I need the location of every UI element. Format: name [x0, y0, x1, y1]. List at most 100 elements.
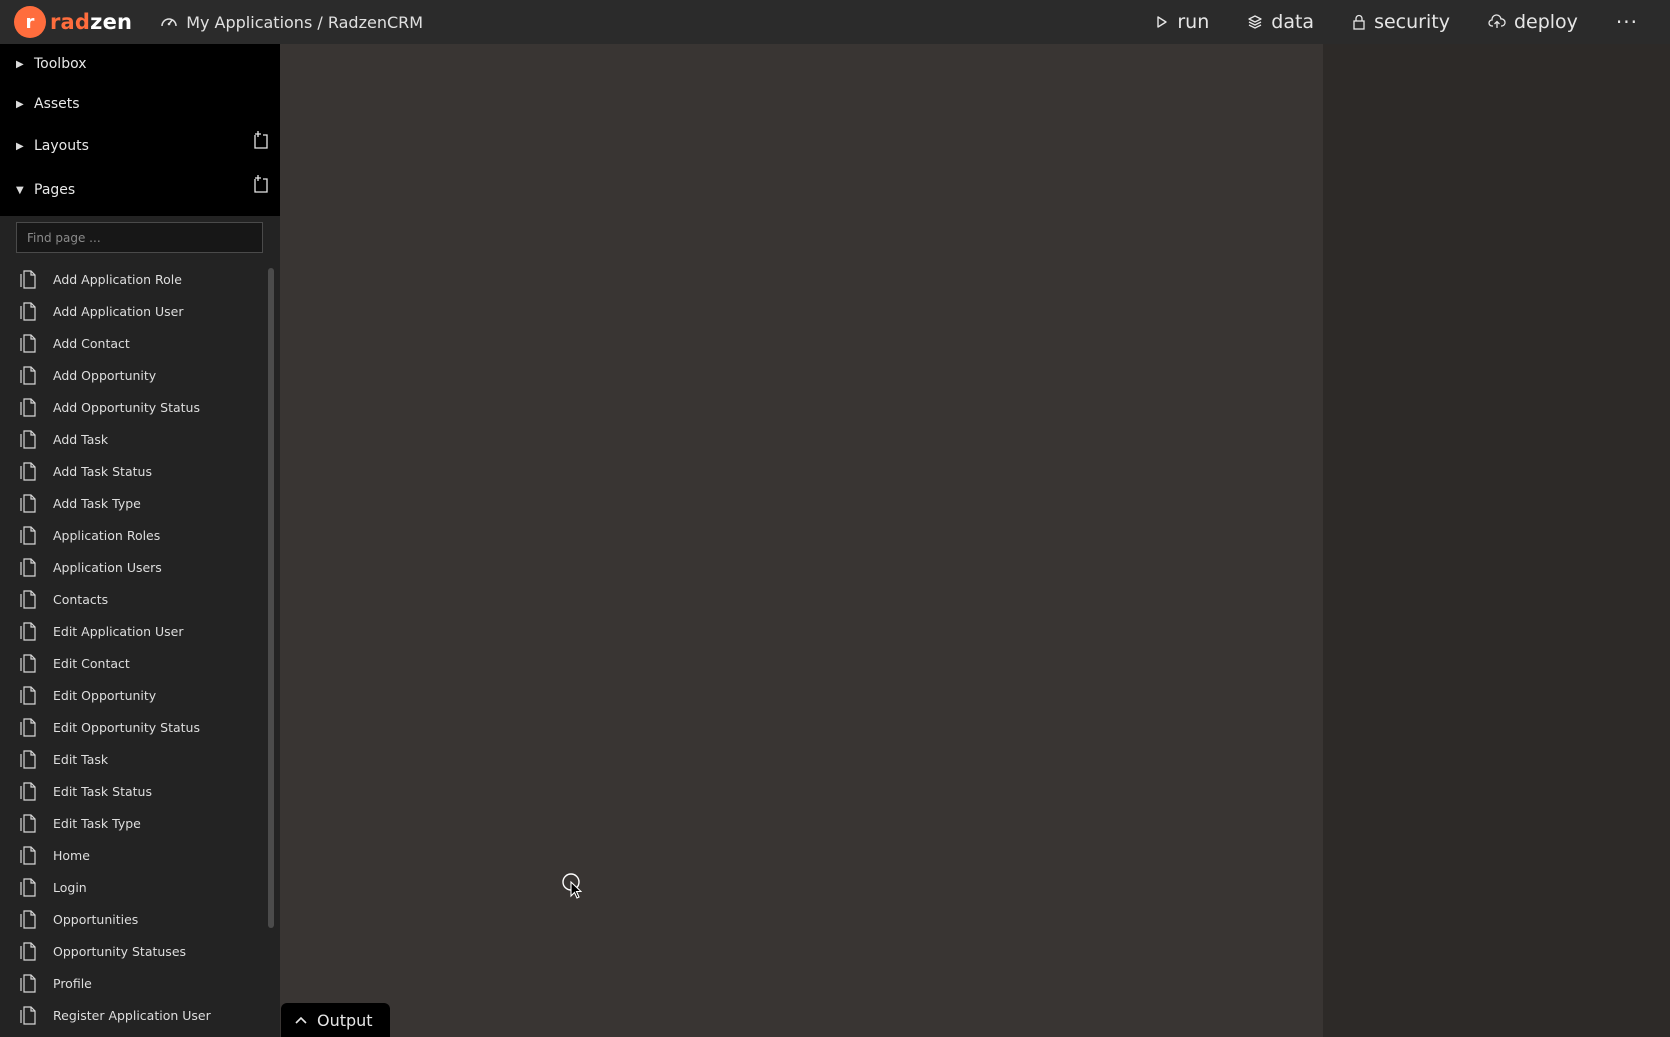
page-item[interactable]: Edit Task Status [0, 775, 265, 807]
nav-deploy[interactable]: deploy [1488, 11, 1578, 33]
file-icon [20, 813, 36, 833]
layers-icon [1248, 15, 1262, 29]
radzen-logo[interactable]: r radzen [14, 6, 132, 38]
nav-data[interactable]: data [1247, 11, 1314, 33]
page-item[interactable]: Profile [0, 967, 265, 999]
radzen-logo-icon: r [14, 6, 46, 38]
cloud-upload-icon [1488, 14, 1506, 28]
file-icon [20, 301, 36, 321]
caret-down-icon: ▼ [16, 184, 24, 196]
page-item-label: Home [53, 847, 90, 863]
page-item-label: Application Roles [53, 527, 161, 543]
caret-right-icon: ▶ [16, 98, 24, 110]
page-item-label: Add Opportunity Status [53, 399, 200, 415]
file-icon [20, 493, 36, 513]
properties-panel [1323, 44, 1670, 1037]
page-item-label: Add Contact [53, 335, 130, 351]
logo-text: radzen [50, 10, 132, 34]
page-item[interactable]: Edit Task Type [0, 807, 265, 839]
find-page-input[interactable] [16, 222, 263, 253]
breadcrumb-text[interactable]: My Applications / RadzenCRM [186, 13, 423, 32]
new-layout-icon[interactable] [252, 130, 270, 150]
page-item-label: Edit Opportunity Status [53, 719, 200, 735]
nav-run[interactable]: run [1155, 11, 1209, 33]
page-item[interactable]: Application Roles [0, 519, 265, 551]
page-item-label: Edit Task [53, 751, 109, 767]
section-layouts[interactable]: ▶ Layouts [0, 124, 280, 168]
page-item[interactable]: Edit Opportunity [0, 679, 265, 711]
lock-icon [1353, 14, 1365, 30]
file-icon [20, 429, 36, 449]
page-item[interactable]: Edit Contact [0, 647, 265, 679]
page-item[interactable]: Opportunities [0, 903, 265, 935]
page-item-label: Add Task Status [53, 463, 152, 479]
chevron-up-icon [295, 1016, 307, 1024]
page-item-label: Opportunities [53, 911, 139, 927]
file-icon [20, 877, 36, 897]
page-item[interactable]: Add Task Type [0, 487, 265, 519]
page-item[interactable]: Add Opportunity [0, 359, 265, 391]
page-item[interactable]: Edit Opportunity Status [0, 711, 265, 743]
page-item[interactable]: Add Task [0, 423, 265, 455]
page-item-label: Add Application Role [53, 271, 182, 287]
file-icon [20, 781, 36, 801]
page-item-label: Edit Task Type [53, 815, 141, 831]
output-label: Output [317, 1010, 373, 1030]
page-item[interactable]: Add Opportunity Status [0, 391, 265, 423]
page-item-label: Profile [53, 975, 92, 991]
file-icon [20, 333, 36, 353]
section-assets-label: Assets [34, 96, 80, 112]
more-menu-icon[interactable]: ··· [1616, 10, 1638, 34]
page-item-label: Add Application User [53, 303, 184, 319]
page-item[interactable]: Login [0, 871, 265, 903]
main-nav: run data security deploy ··· [1155, 0, 1670, 44]
section-layouts-label: Layouts [34, 138, 89, 154]
dashboard-gauge-icon [161, 18, 177, 27]
play-icon [1157, 16, 1168, 28]
design-canvas[interactable] [280, 44, 1323, 1037]
page-item[interactable]: Register Application User [0, 999, 265, 1031]
page-item-label: Edit Task Status [53, 783, 152, 799]
section-toolbox[interactable]: ▶ Toolbox [0, 44, 280, 84]
nav-security[interactable]: security [1352, 11, 1450, 33]
nav-security-label: security [1374, 11, 1450, 33]
page-item[interactable]: Add Contact [0, 327, 265, 359]
section-assets[interactable]: ▶ Assets [0, 84, 280, 124]
logo-text-rad: rad [50, 10, 91, 34]
page-item-label: Edit Contact [53, 655, 130, 671]
file-icon [20, 621, 36, 641]
page-item[interactable]: Home [0, 839, 265, 871]
page-item-label: Edit Opportunity [53, 687, 157, 703]
output-panel-toggle[interactable]: Output [281, 1003, 390, 1037]
section-pages[interactable]: ▼ Pages [0, 168, 280, 212]
page-item[interactable]: Edit Task [0, 743, 265, 775]
file-icon [20, 973, 36, 993]
page-item[interactable]: Opportunity Statuses [0, 935, 265, 967]
page-item[interactable]: Edit Application User [0, 615, 265, 647]
file-icon [20, 717, 36, 737]
page-item[interactable]: Add Application User [0, 295, 265, 327]
file-icon [20, 749, 36, 769]
breadcrumb[interactable]: My Applications / RadzenCRM [160, 13, 423, 32]
page-item[interactable]: Add Application Role [0, 263, 265, 295]
page-item-label: Contacts [53, 591, 109, 607]
file-icon [20, 1005, 36, 1025]
page-item[interactable]: Add Task Status [0, 455, 265, 487]
page-item-label: Application Users [53, 559, 162, 575]
nav-deploy-label: deploy [1513, 11, 1578, 33]
page-item[interactable]: Contacts [0, 583, 265, 615]
logo-text-zen: zen [90, 10, 133, 34]
new-page-icon[interactable] [252, 174, 270, 194]
page-item[interactable]: Application Users [0, 551, 265, 583]
page-item-label: Add Opportunity [53, 367, 157, 383]
page-item-label: Register Application User [53, 1007, 211, 1023]
file-icon [20, 269, 36, 289]
caret-right-icon: ▶ [16, 58, 24, 70]
file-icon [20, 525, 36, 545]
page-list-scrollbar[interactable] [268, 268, 274, 928]
nav-data-label: data [1271, 11, 1315, 33]
file-icon [20, 685, 36, 705]
page-item-label: Add Task Type [53, 495, 141, 511]
mouse-cursor-icon [562, 873, 582, 899]
file-icon [20, 397, 36, 417]
